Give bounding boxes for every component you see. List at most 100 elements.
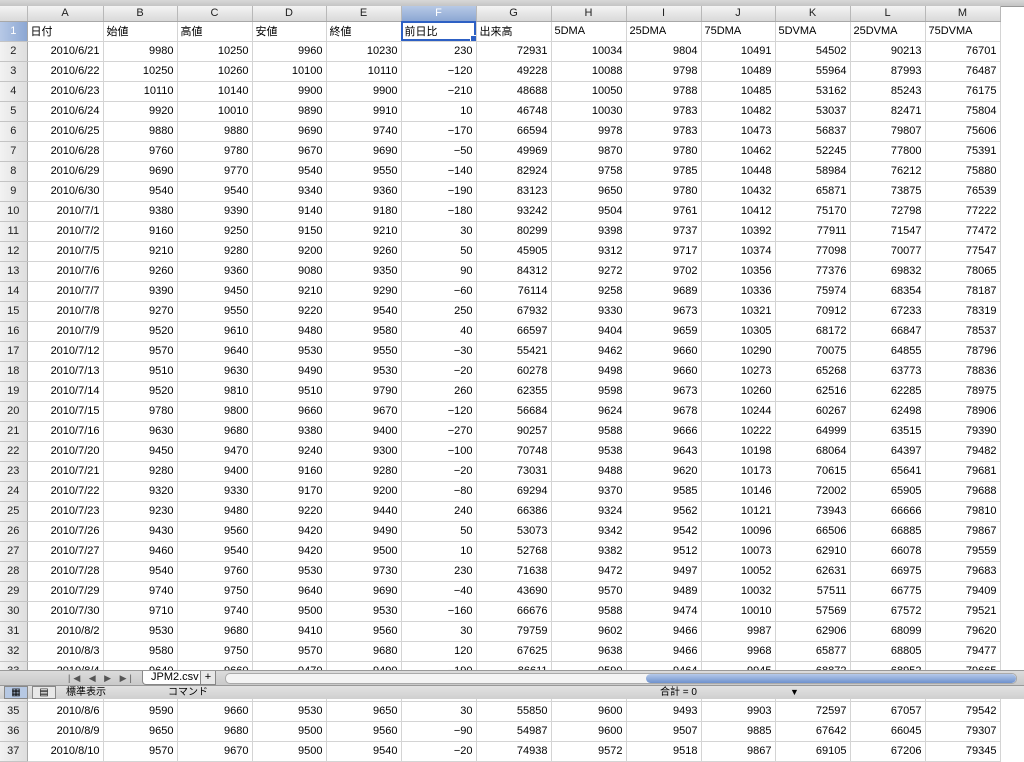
table-cell[interactable]: 9717 <box>626 241 702 262</box>
table-cell[interactable]: 9504 <box>551 201 627 222</box>
table-cell[interactable]: 79409 <box>925 581 1001 602</box>
table-cell[interactable]: 74938 <box>476 741 552 762</box>
row-header[interactable]: 28 <box>0 561 28 582</box>
table-cell[interactable]: 79345 <box>925 741 1001 762</box>
table-cell[interactable]: 80299 <box>476 221 552 242</box>
table-cell[interactable]: 9760 <box>177 561 253 582</box>
table-cell[interactable]: 9659 <box>626 321 702 342</box>
table-cell[interactable]: 2010/7/8 <box>27 301 104 322</box>
table-cell[interactable]: 9987 <box>701 621 776 642</box>
table-cell[interactable]: 10100 <box>252 61 327 82</box>
table-cell[interactable]: −30 <box>401 341 477 362</box>
table-cell[interactable]: 2010/7/28 <box>27 561 104 582</box>
table-cell[interactable]: 2010/7/12 <box>27 341 104 362</box>
horizontal-scrollbar[interactable] <box>225 673 1017 684</box>
table-cell[interactable]: 9978 <box>551 121 627 142</box>
table-cell[interactable]: 76539 <box>925 181 1001 202</box>
table-cell[interactable]: 62516 <box>775 381 851 402</box>
table-cell[interactable]: 9660 <box>626 361 702 382</box>
table-cell[interactable]: 2010/8/9 <box>27 721 104 742</box>
column-header-b[interactable]: B <box>103 6 178 22</box>
table-cell[interactable]: 10034 <box>551 41 627 62</box>
table-cell[interactable]: 9260 <box>103 261 178 282</box>
row-header[interactable]: 9 <box>0 181 28 202</box>
table-cell[interactable]: 10073 <box>701 541 776 562</box>
table-cell[interactable]: 9920 <box>103 101 178 122</box>
table-cell[interactable]: 9750 <box>177 641 253 662</box>
table-cell[interactable]: 56837 <box>775 121 851 142</box>
table-cell[interactable]: 9570 <box>103 341 178 362</box>
table-cell[interactable]: 9342 <box>551 521 627 542</box>
column-header-f[interactable]: F <box>401 6 477 22</box>
table-cell[interactable]: 9280 <box>177 241 253 262</box>
table-cell[interactable]: 2010/8/10 <box>27 741 104 762</box>
table-cell[interactable]: 9300 <box>326 441 402 462</box>
table-cell[interactable]: 9670 <box>252 141 327 162</box>
table-cell[interactable]: 55850 <box>476 701 552 722</box>
table-cell[interactable]: 10 <box>401 101 477 122</box>
table-cell[interactable]: 53162 <box>775 81 851 102</box>
column-title-cell[interactable]: 終値 <box>326 21 402 42</box>
table-cell[interactable]: 9340 <box>252 181 327 202</box>
table-cell[interactable]: 70075 <box>775 341 851 362</box>
table-cell[interactable]: 9258 <box>551 281 627 302</box>
table-cell[interactable]: 9550 <box>326 161 402 182</box>
table-cell[interactable]: 10222 <box>701 421 776 442</box>
table-cell[interactable]: 9673 <box>626 381 702 402</box>
table-cell[interactable]: 9460 <box>103 541 178 562</box>
table-cell[interactable]: 9470 <box>177 441 253 462</box>
table-cell[interactable]: 90213 <box>850 41 926 62</box>
table-cell[interactable]: 2010/7/2 <box>27 221 104 242</box>
table-cell[interactable]: 66597 <box>476 321 552 342</box>
table-cell[interactable]: 30 <box>401 221 477 242</box>
table-cell[interactable]: 9678 <box>626 401 702 422</box>
table-cell[interactable]: 2010/7/22 <box>27 481 104 502</box>
table-cell[interactable]: 9690 <box>326 141 402 162</box>
table-cell[interactable]: 9498 <box>551 361 627 382</box>
table-cell[interactable]: 72798 <box>850 201 926 222</box>
table-cell[interactable]: 2010/7/5 <box>27 241 104 262</box>
table-cell[interactable]: 9200 <box>252 241 327 262</box>
table-cell[interactable]: 9390 <box>103 281 178 302</box>
column-title-cell[interactable]: 25DMA <box>626 21 702 42</box>
table-cell[interactable]: 9890 <box>252 101 327 122</box>
table-cell[interactable]: 9903 <box>701 701 776 722</box>
table-cell[interactable]: 52768 <box>476 541 552 562</box>
column-header-h[interactable]: H <box>551 6 627 22</box>
table-cell[interactable]: −20 <box>401 741 477 762</box>
row-header[interactable]: 37 <box>0 741 28 762</box>
table-cell[interactable]: 67625 <box>476 641 552 662</box>
table-cell[interactable]: 9472 <box>551 561 627 582</box>
table-cell[interactable]: 9330 <box>551 301 627 322</box>
column-header-m[interactable]: M <box>925 6 1001 22</box>
table-cell[interactable]: 78319 <box>925 301 1001 322</box>
table-cell[interactable]: 9660 <box>626 341 702 362</box>
grid-view-icon[interactable]: ▦ <box>4 686 28 699</box>
table-cell[interactable]: 71638 <box>476 561 552 582</box>
table-cell[interactable]: 9360 <box>177 261 253 282</box>
table-cell[interactable]: 9750 <box>177 581 253 602</box>
table-cell[interactable]: 65905 <box>850 481 926 502</box>
table-cell[interactable]: 9650 <box>551 181 627 202</box>
table-cell[interactable]: 9180 <box>326 201 402 222</box>
table-cell[interactable]: 57511 <box>775 581 851 602</box>
table-cell[interactable]: 69832 <box>850 261 926 282</box>
row-header[interactable]: 24 <box>0 481 28 502</box>
table-cell[interactable]: 10482 <box>701 101 776 122</box>
row-header[interactable]: 32 <box>0 641 28 662</box>
table-cell[interactable]: 9210 <box>103 241 178 262</box>
table-cell[interactable]: 10110 <box>103 81 178 102</box>
column-title-cell[interactable]: 5DVMA <box>775 21 851 42</box>
table-cell[interactable]: 9980 <box>103 41 178 62</box>
table-cell[interactable]: 10052 <box>701 561 776 582</box>
table-cell[interactable]: 9810 <box>177 381 253 402</box>
table-cell[interactable]: 2010/7/6 <box>27 261 104 282</box>
table-cell[interactable]: 79688 <box>925 481 1001 502</box>
table-cell[interactable]: 9380 <box>252 421 327 442</box>
table-cell[interactable]: 46748 <box>476 101 552 122</box>
table-cell[interactable]: 75170 <box>775 201 851 222</box>
table-cell[interactable]: 9585 <box>626 481 702 502</box>
scrollbar-thumb[interactable] <box>646 674 1016 683</box>
row-header[interactable]: 6 <box>0 121 28 142</box>
table-cell[interactable]: 70748 <box>476 441 552 462</box>
